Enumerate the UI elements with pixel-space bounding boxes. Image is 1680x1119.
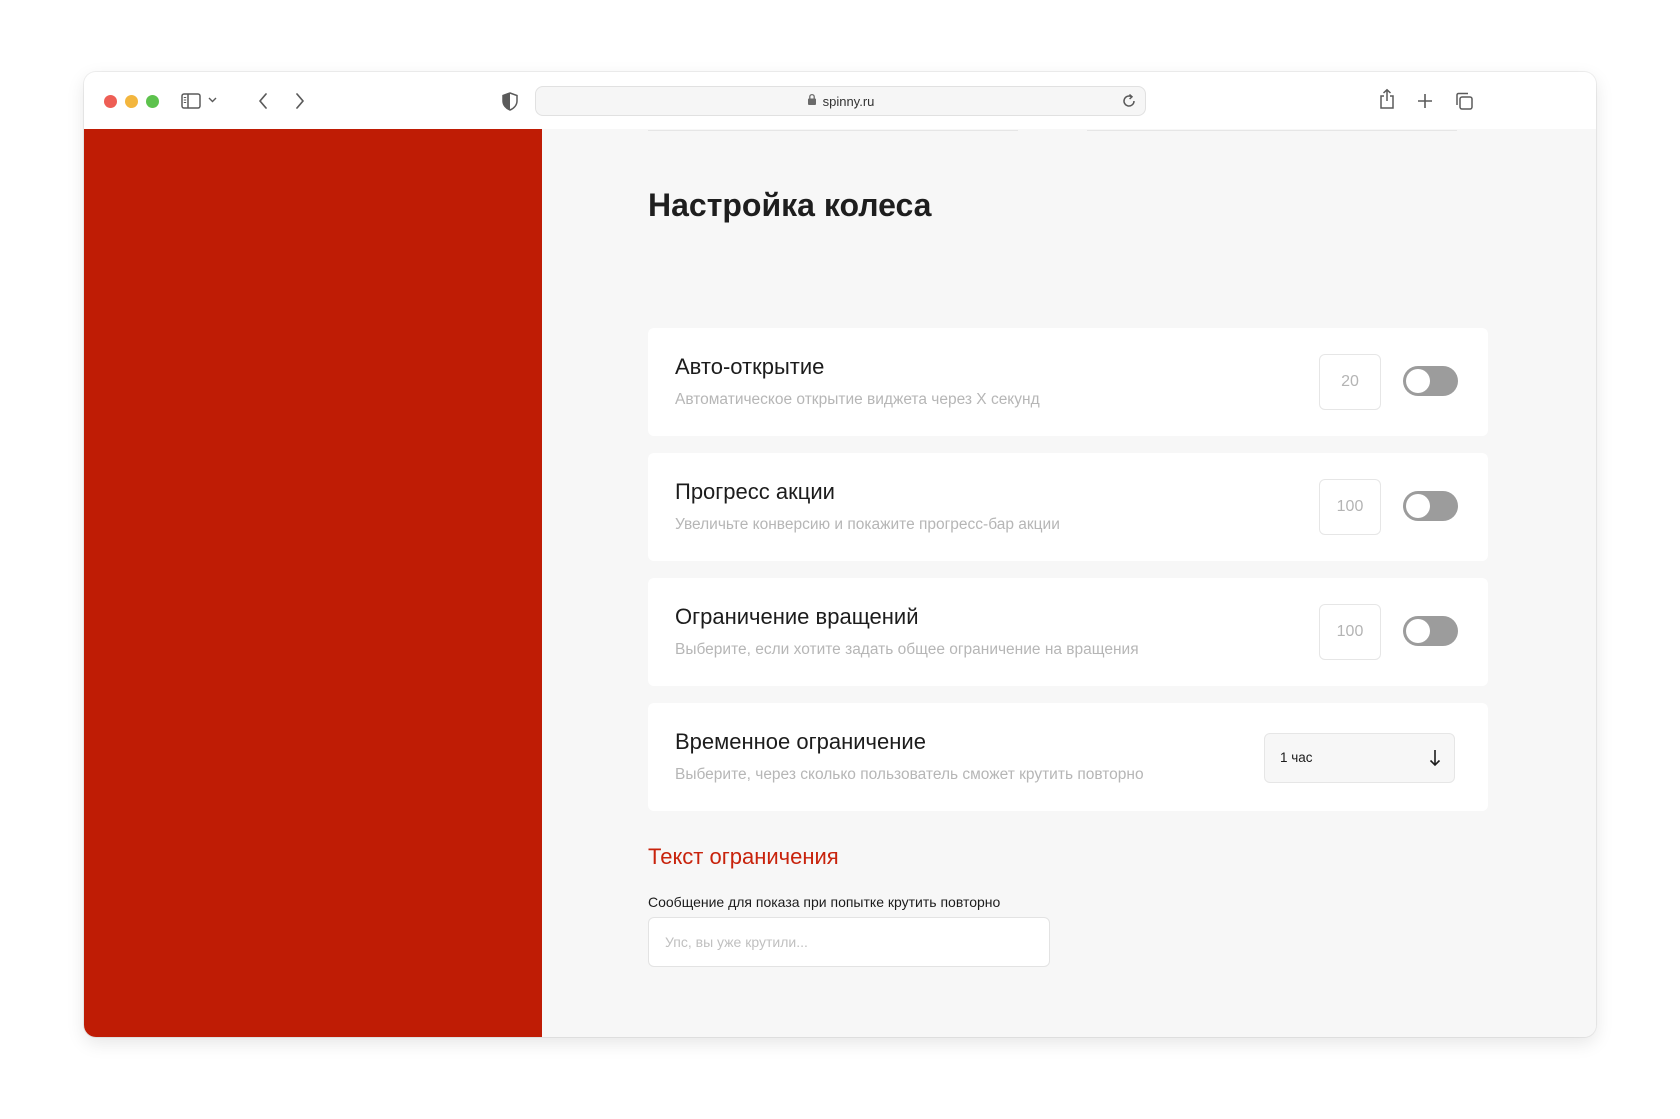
setting-card-time-limit: Временное ограничение Выберите, через ск… [648,703,1488,811]
time-limit-select[interactable]: 1 час [1264,733,1455,783]
seconds-input[interactable]: 20 [1319,354,1381,410]
setting-description: Увеличьте конверсию и покажите прогресс-… [675,516,1060,533]
tabs-overview-icon[interactable] [1452,89,1476,113]
setting-title: Ограничение вращений [675,604,919,629]
selected-value: 1 час [1280,750,1313,765]
new-tab-icon[interactable] [1414,90,1436,112]
share-icon[interactable] [1376,86,1398,112]
browser-toolbar: spinny.ru [84,72,1596,130]
setting-title: Прогресс акции [675,479,835,504]
zoom-window-button[interactable] [146,95,159,108]
reload-icon[interactable] [1121,93,1137,114]
page-title: Настройка колеса [648,187,932,223]
setting-card-auto-open: Авто-открытие Автоматическое открытие ви… [648,328,1488,436]
setting-description: Выберите, если хотите задать общее огран… [675,641,1139,658]
spin-limit-toggle[interactable] [1403,616,1458,646]
auto-open-toggle[interactable] [1403,366,1458,396]
close-window-button[interactable] [104,95,117,108]
toggle-knob [1406,619,1430,643]
chevron-down-icon[interactable] [206,94,218,106]
setting-title: Временное ограничение [675,729,926,754]
url-text: spinny.ru [822,93,875,109]
setting-description: Автоматическое открытие виджета через X … [675,391,1040,408]
toggle-knob [1406,369,1430,393]
back-icon[interactable] [253,90,273,112]
setting-card-promo-progress: Прогресс акции Увеличьте конверсию и пок… [648,453,1488,561]
brand-panel [84,129,542,1037]
setting-title: Авто-открытие [675,354,825,379]
setting-card-spin-limit: Ограничение вращений Выберите, если хоти… [648,578,1488,686]
progress-value-input[interactable]: 100 [1319,479,1381,535]
address-bar[interactable]: spinny.ru [535,86,1146,116]
browser-window: spinny.ru Настройка колеса Авто-открытие… [84,72,1596,1037]
section-title: Текст ограничения [648,844,839,869]
field-label: Сообщение для показа при попытке крутить… [648,894,1001,910]
limit-message-input[interactable] [648,917,1050,967]
promo-progress-toggle[interactable] [1403,491,1458,521]
arrow-down-icon [1428,748,1442,773]
forward-icon[interactable] [290,90,310,112]
settings-content: Настройка колеса Авто-открытие Автоматич… [542,129,1596,1037]
divider [648,130,1018,131]
privacy-shield-icon[interactable] [500,89,520,113]
lock-icon [807,93,817,109]
setting-description: Выберите, через сколько пользователь смо… [675,766,1144,783]
minimize-window-button[interactable] [125,95,138,108]
divider [1087,130,1457,131]
toggle-knob [1406,494,1430,518]
sidebar-icon[interactable] [180,90,202,112]
spin-limit-input[interactable]: 100 [1319,604,1381,660]
